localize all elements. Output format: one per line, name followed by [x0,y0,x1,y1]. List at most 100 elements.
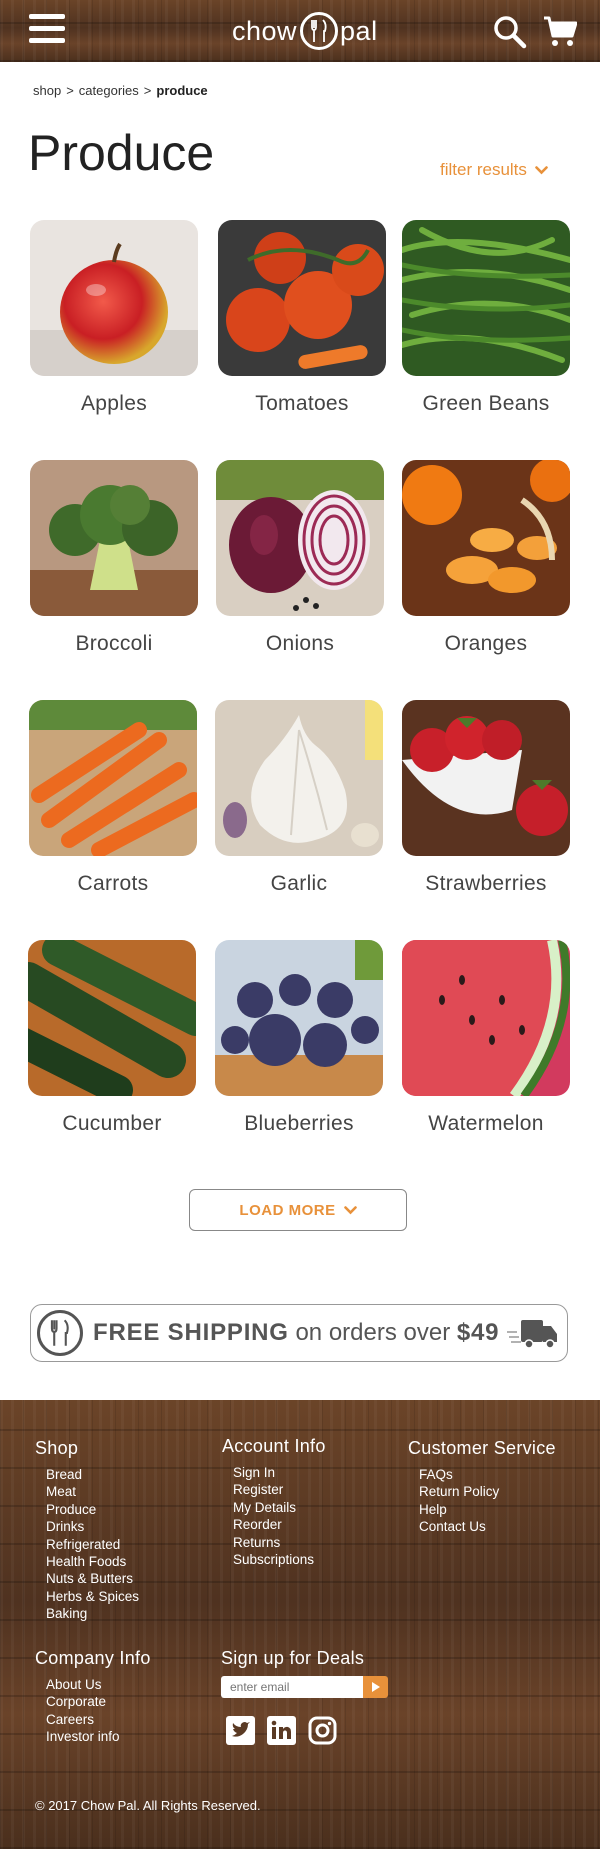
footer-link[interactable]: Herbs & Spices [46,1588,139,1605]
tomatoes-image [218,220,386,376]
blueberries-image [215,940,383,1096]
product-name: Onions [265,632,335,655]
footer-account-title: Account Info [222,1436,326,1456]
footer-link[interactable]: Corporate [46,1693,151,1710]
footer-company-title: Company Info [35,1648,151,1668]
footer-link[interactable]: Sign In [233,1464,326,1481]
footer-shop-column: Shop Bread Meat Produce Drinks Refrigera… [35,1438,139,1623]
shipping-bold: FREE SHIPPING [93,1319,289,1346]
copyright-text: © 2017 Chow Pal. All Rights Reserved. [35,1798,261,1813]
shipping-text: FREE SHIPPING on orders over $49 [93,1319,499,1347]
footer-account-column: Account Info Sign In Register My Details… [222,1436,326,1568]
product-card-garlic[interactable]: Garlic [215,700,383,896]
product-card-onions[interactable]: Onions [216,460,384,656]
green-beans-image [402,220,570,376]
garlic-image [215,700,383,856]
social-links [221,1716,388,1745]
twitter-icon[interactable] [226,1716,255,1745]
footer-link[interactable]: My Details [233,1499,326,1516]
footer-link[interactable]: Subscriptions [233,1551,326,1568]
hamburger-menu-icon[interactable] [29,14,65,46]
footer-link[interactable]: Investor info [46,1728,151,1745]
strawberries-image [402,700,570,856]
footer-link[interactable]: Refrigerated [46,1536,139,1553]
footer-link[interactable]: Returns [233,1534,326,1551]
footer-link[interactable]: Produce [46,1501,139,1518]
footer-service-title: Customer Service [408,1438,556,1458]
email-input[interactable] [221,1676,363,1698]
chevron-down-icon [343,1205,357,1214]
footer-link[interactable]: Reorder [233,1516,326,1533]
signup-submit-button[interactable] [363,1676,388,1698]
chevron-down-icon [535,165,548,174]
logo-text-left: chow [232,15,298,46]
footer-link[interactable]: About Us [46,1676,151,1693]
shopping-cart-icon[interactable] [543,15,578,49]
carrots-image [29,700,197,856]
shipping-condition: on orders over [295,1319,451,1346]
footer-company-column: Company Info About Us Corporate Careers … [35,1648,151,1746]
breadcrumb: shop > categories > produce [33,83,208,98]
filter-results-label: filter results [440,160,527,179]
product-card-blueberries[interactable]: Blueberries [215,940,383,1136]
product-card-broccoli[interactable]: Broccoli [30,460,198,656]
plate-utensils-icon [37,1310,83,1356]
product-name: Broccoli [75,632,153,655]
breadcrumb-shop[interactable]: shop [33,83,61,98]
footer-link[interactable]: Drinks [46,1518,139,1535]
load-more-button[interactable]: LOAD MORE [189,1189,407,1231]
footer-signup-column: Sign up for Deals [221,1648,388,1745]
load-more-label: LOAD MORE [239,1201,336,1219]
footer-link[interactable]: Register [233,1481,326,1498]
site-header: chow pal [0,0,600,62]
product-card-tomatoes[interactable]: Tomatoes [218,220,386,416]
footer-link[interactable]: Bread [46,1466,139,1483]
shipping-amount: $49 [456,1319,500,1346]
instagram-icon[interactable] [308,1716,337,1745]
signup-title: Sign up for Deals [221,1648,365,1668]
product-name: Oranges [444,632,528,655]
footer-link[interactable]: Careers [46,1711,151,1728]
footer-link[interactable]: Contact Us [419,1518,556,1535]
product-card-apples[interactable]: Apples [30,220,198,416]
site-logo[interactable]: chow pal [232,12,378,50]
product-card-strawberries[interactable]: Strawberries [402,700,570,896]
footer-link[interactable]: Nuts & Butters [46,1570,139,1587]
product-name: Apples [80,392,147,415]
product-card-watermelon[interactable]: Watermelon [402,940,570,1136]
breadcrumb-separator: > [66,83,74,98]
footer-link[interactable]: Baking [46,1605,139,1622]
product-name: Blueberries [244,1112,354,1135]
site-footer: Shop Bread Meat Produce Drinks Refrigera… [0,1400,600,1849]
product-name: Garlic [270,872,328,895]
free-shipping-banner: FREE SHIPPING on orders over $49 [30,1304,568,1362]
footer-link[interactable]: Help [419,1501,556,1518]
product-name: Carrots [77,872,149,895]
linkedin-icon[interactable] [267,1716,296,1745]
logo-text-right: pal [340,15,378,46]
filter-results-button[interactable]: filter results [440,160,548,180]
breadcrumb-categories[interactable]: categories [79,83,139,98]
breadcrumb-separator: > [143,83,152,98]
cucumber-image [28,940,196,1096]
breadcrumb-current: produce [156,83,208,98]
footer-link[interactable]: Return Policy [419,1483,556,1500]
product-name: Green Beans [422,392,550,415]
product-card-carrots[interactable]: Carrots [29,700,197,896]
product-card-cucumber[interactable]: Cucumber [28,940,196,1136]
footer-shop-title: Shop [35,1438,79,1458]
product-card-green-beans[interactable]: Green Beans [402,220,570,416]
footer-service-column: Customer Service FAQs Return Policy Help… [408,1438,556,1536]
apples-image [30,220,198,376]
onions-image [216,460,384,616]
search-icon[interactable] [493,15,527,49]
product-card-oranges[interactable]: Oranges [402,460,570,656]
footer-link[interactable]: Health Foods [46,1553,139,1570]
product-name: Tomatoes [255,392,349,415]
footer-link[interactable]: Meat [46,1483,139,1500]
plate-utensils-icon [300,12,339,50]
page-title: Produce [28,125,215,181]
footer-link[interactable]: FAQs [419,1466,556,1483]
delivery-truck-icon [507,1320,558,1349]
play-arrow-icon [371,1682,380,1692]
